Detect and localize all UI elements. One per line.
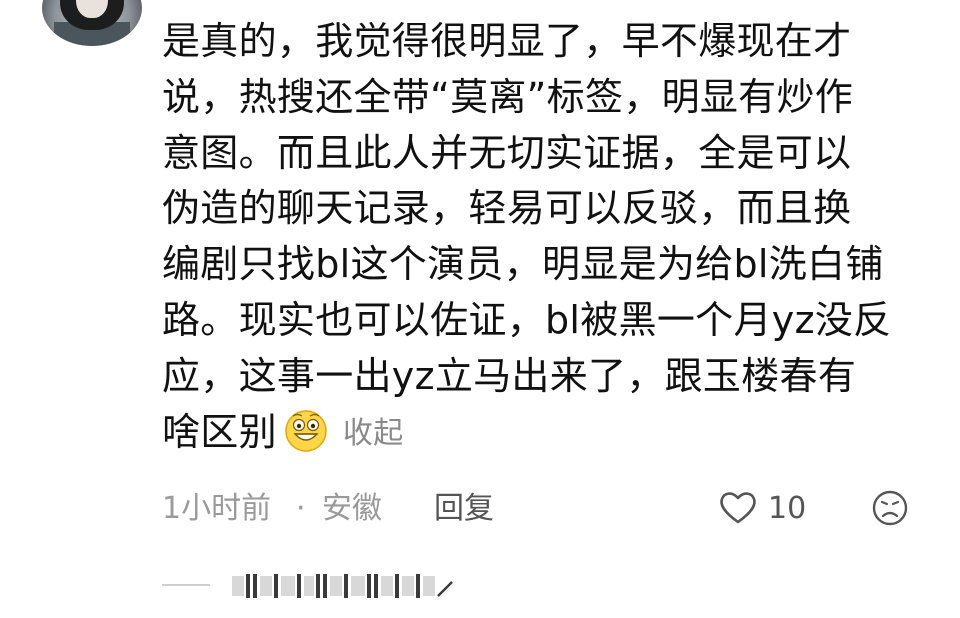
grin-emoji-icon bbox=[285, 409, 327, 452]
sad-face-icon[interactable] bbox=[870, 488, 910, 528]
timestamp: 1小时前 bbox=[162, 491, 272, 526]
heart-icon[interactable] bbox=[718, 488, 758, 528]
comment-meta: 1小时前 · 安徽 回复 10 bbox=[162, 486, 922, 532]
comment-line: 路。现实也可以佐证，bl被黑一个月yz没反 bbox=[162, 297, 892, 342]
comment-line: 说，热搜还全带“莫离”标签，明显有炒作 bbox=[162, 74, 854, 119]
comment-line: 编剧只找bl这个演员，明显是为给bl洗白铺 bbox=[162, 242, 884, 287]
reply-button[interactable]: 回复 bbox=[434, 486, 494, 532]
comment-line: 伪造的聊天记录，轻易可以反驳，而且换 bbox=[162, 186, 852, 231]
replies-divider bbox=[162, 584, 210, 586]
comment-body: 是真的，我觉得很明显了，早不爆现在才 说，热搜还全带“莫离”标签，明显有炒作 意… bbox=[162, 14, 922, 461]
comment-line: 意图。而且此人并无切实证据，全是可以 bbox=[162, 130, 852, 175]
blurred-replies-text bbox=[232, 574, 453, 598]
location: 安徽 bbox=[322, 491, 382, 526]
meta-separator: · bbox=[296, 491, 306, 526]
comment-line: 应，这事一出yz立马出来了，跟玉楼春有 bbox=[162, 353, 857, 398]
comment-line: 是真的，我觉得很明显了，早不爆现在才 bbox=[162, 19, 852, 63]
collapse-button[interactable]: 收起 bbox=[343, 416, 404, 451]
avatar[interactable] bbox=[42, 0, 142, 46]
comment-last-line: 啥区别 收起 bbox=[162, 405, 922, 462]
like-count: 10 bbox=[768, 491, 807, 526]
comment-line-text: 啥区别 bbox=[162, 409, 277, 454]
view-replies-row[interactable] bbox=[162, 568, 482, 604]
